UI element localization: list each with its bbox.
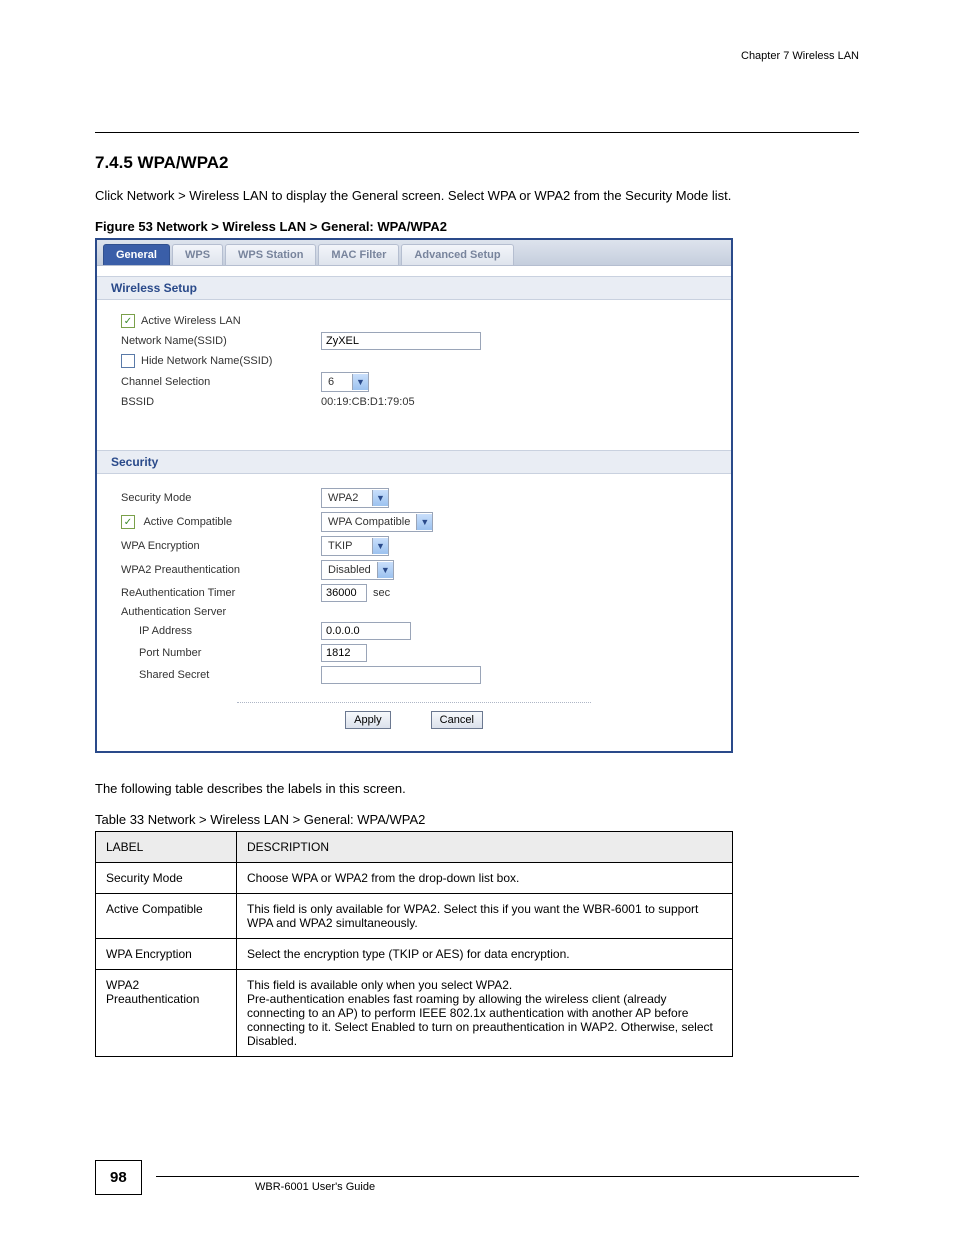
active-compat-cell: ✓ Active Compatible xyxy=(121,515,321,529)
cancel-button[interactable]: Cancel xyxy=(431,711,483,729)
tab-wps[interactable]: WPS xyxy=(172,244,223,265)
intro-text: Click Network > Wireless LAN to display … xyxy=(95,188,859,203)
wireless-setup-header: Wireless Setup xyxy=(97,276,731,300)
chevron-down-icon: ▼ xyxy=(372,538,388,554)
section-title: 7.4.5 WPA/WPA2 xyxy=(95,153,859,173)
tab-general[interactable]: General xyxy=(103,244,170,265)
tab-mac-filter[interactable]: MAC Filter xyxy=(318,244,399,265)
chevron-down-icon: ▼ xyxy=(377,562,393,578)
channel-label: Channel Selection xyxy=(121,376,321,388)
bssid-value: 00:19:CB:D1:79:05 xyxy=(321,396,415,408)
reauth-input[interactable] xyxy=(321,584,367,602)
encryption-label: WPA Encryption xyxy=(121,540,321,552)
table-row: WPA2 PreauthenticationThis field is avai… xyxy=(96,970,733,1057)
chevron-down-icon: ▼ xyxy=(352,374,368,390)
description-table: LABEL DESCRIPTION Security ModeChoose WP… xyxy=(95,831,733,1057)
bssid-label: BSSID xyxy=(121,396,321,408)
active-wlan-label: Active Wireless LAN xyxy=(141,315,241,327)
apply-button[interactable]: Apply xyxy=(345,711,391,729)
footer-text: WBR-6001 User's Guide xyxy=(255,1181,375,1193)
auth-server-label: Authentication Server xyxy=(121,606,321,618)
th-label: LABEL xyxy=(96,832,237,863)
port-input[interactable] xyxy=(321,644,367,662)
table-caption: Table 33 Network > Wireless LAN > Genera… xyxy=(95,812,859,827)
table-row: Active CompatibleThis field is only avai… xyxy=(96,894,733,939)
chapter-header: Chapter 7 Wireless LAN xyxy=(95,50,859,62)
preauth-label: WPA2 Preauthentication xyxy=(121,564,321,576)
table-row: Security ModeChoose WPA or WPA2 from the… xyxy=(96,863,733,894)
ssid-label: Network Name(SSID) xyxy=(121,335,321,347)
ip-label: IP Address xyxy=(121,625,321,637)
hide-ssid-label: Hide Network Name(SSID) xyxy=(141,355,272,367)
reauth-label: ReAuthentication Timer xyxy=(121,587,321,599)
hide-ssid-checkbox[interactable]: ✓ xyxy=(121,354,135,368)
wpa-compat-select[interactable]: WPA Compatible ▼ xyxy=(321,512,433,532)
channel-select[interactable]: 6 ▼ xyxy=(321,372,369,392)
secret-label: Shared Secret xyxy=(121,669,321,681)
table-cell-label: Active Compatible xyxy=(96,894,237,939)
table-cell-desc: This field is available only when you se… xyxy=(237,970,733,1057)
ssid-input[interactable] xyxy=(321,332,481,350)
tab-advanced[interactable]: Advanced Setup xyxy=(401,244,513,265)
table-cell-desc: This field is only available for WPA2. S… xyxy=(237,894,733,939)
secret-input[interactable] xyxy=(321,666,481,684)
port-label: Port Number xyxy=(121,647,321,659)
security-mode-label: Security Mode xyxy=(121,492,321,504)
page-number: 98 xyxy=(95,1160,142,1195)
encryption-select[interactable]: TKIP ▼ xyxy=(321,536,389,556)
table-row: WPA EncryptionSelect the encryption type… xyxy=(96,939,733,970)
active-wlan-checkbox[interactable]: ✓ xyxy=(121,314,135,328)
table-cell-desc: Choose WPA or WPA2 from the drop-down li… xyxy=(237,863,733,894)
active-compat-label: Active Compatible xyxy=(143,516,232,528)
figure-caption: Figure 53 Network > Wireless LAN > Gener… xyxy=(95,219,859,234)
active-compat-checkbox[interactable]: ✓ xyxy=(121,515,135,529)
router-panel: GeneralWPSWPS StationMAC FilterAdvanced … xyxy=(95,238,733,753)
table-cell-label: Security Mode xyxy=(96,863,237,894)
tab-bar: GeneralWPSWPS StationMAC FilterAdvanced … xyxy=(97,240,731,265)
security-header: Security xyxy=(97,450,731,474)
reauth-unit: sec xyxy=(373,587,390,599)
preauth-select[interactable]: Disabled ▼ xyxy=(321,560,394,580)
th-desc: DESCRIPTION xyxy=(237,832,733,863)
table-cell-desc: Select the encryption type (TKIP or AES)… xyxy=(237,939,733,970)
security-mode-select[interactable]: WPA2 ▼ xyxy=(321,488,389,508)
ip-input[interactable] xyxy=(321,622,411,640)
table-cell-label: WPA2 Preauthentication xyxy=(96,970,237,1057)
table-cell-label: WPA Encryption xyxy=(96,939,237,970)
tab-wps-station[interactable]: WPS Station xyxy=(225,244,316,265)
chevron-down-icon: ▼ xyxy=(416,514,432,530)
chevron-down-icon: ▼ xyxy=(372,490,388,506)
table-intro: The following table describes the labels… xyxy=(95,781,859,796)
